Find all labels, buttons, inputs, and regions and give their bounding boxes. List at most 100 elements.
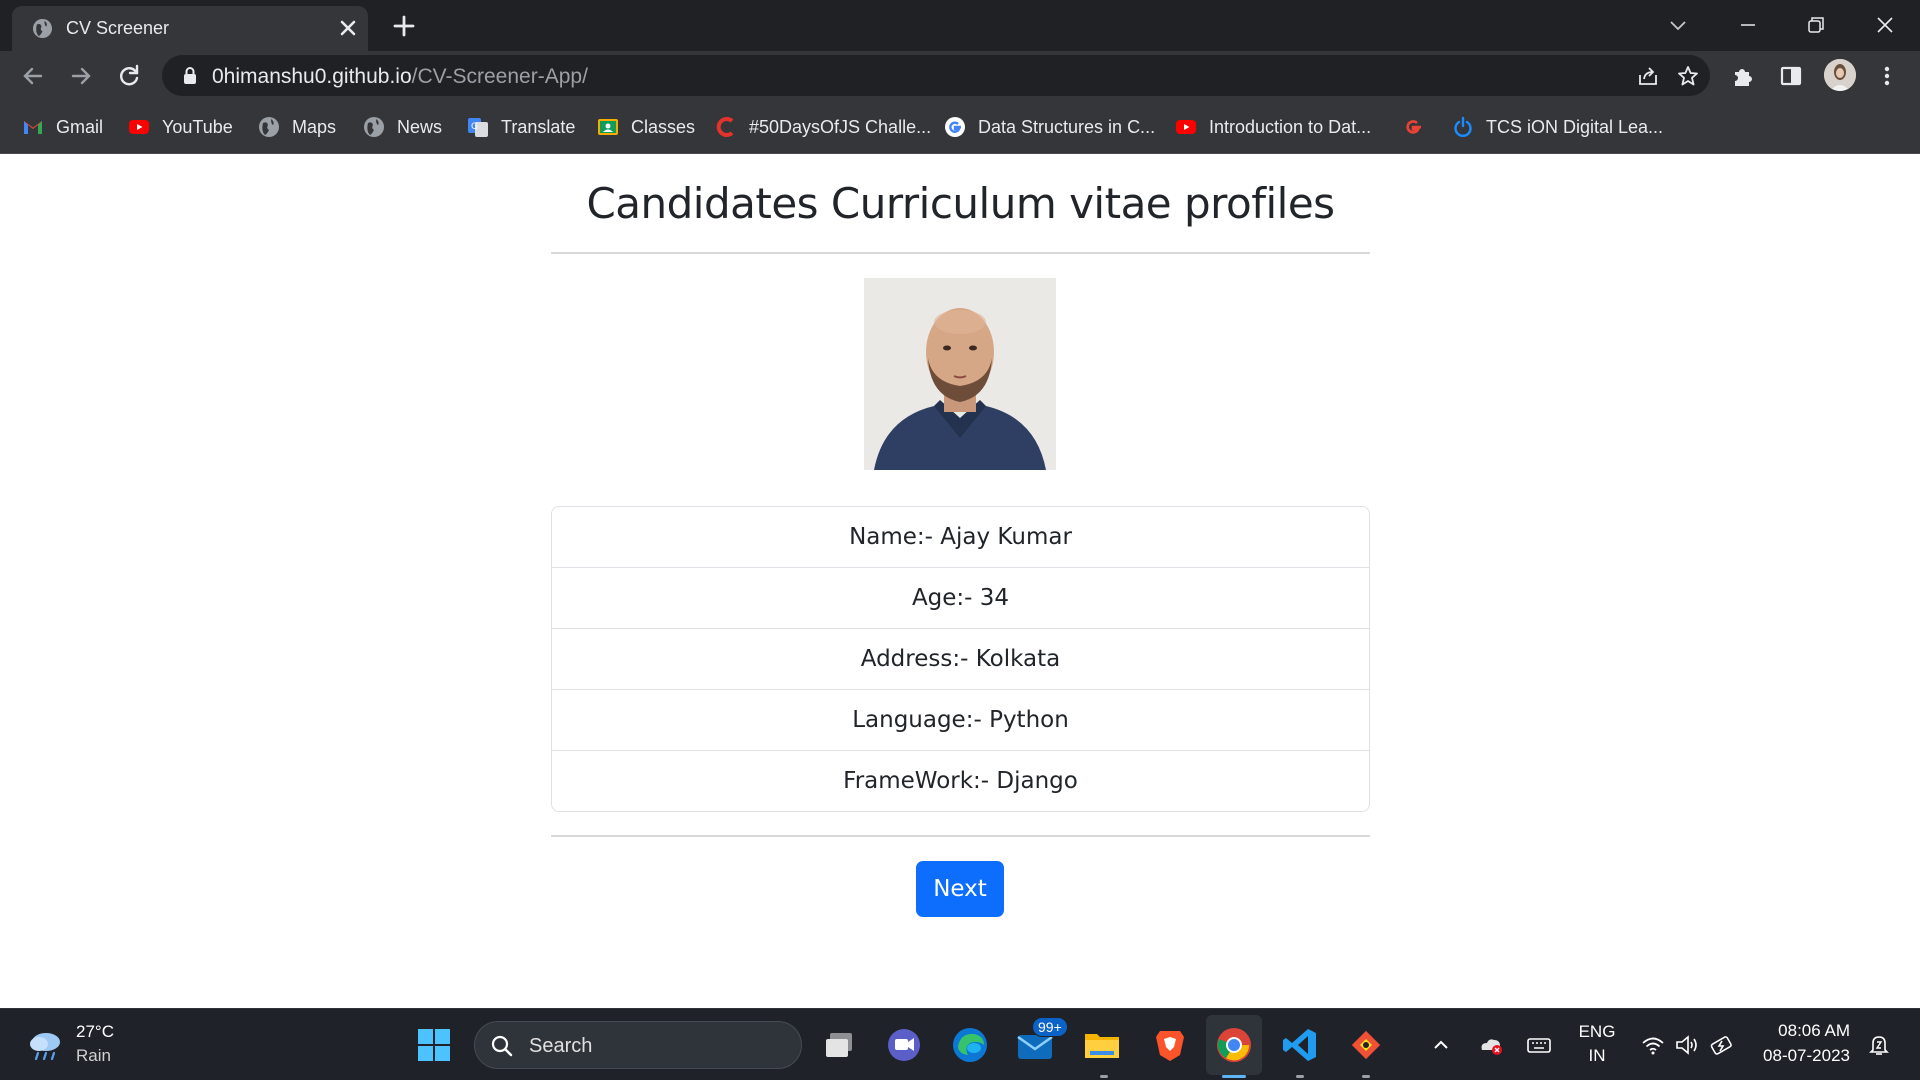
menu-kebab-icon[interactable] bbox=[1874, 63, 1900, 89]
youtube-icon bbox=[129, 120, 149, 134]
bookmark-classes[interactable]: Classes bbox=[597, 114, 695, 140]
bookmark-data-structures[interactable]: Data Structures in C... bbox=[944, 114, 1155, 140]
brave-browser-icon[interactable] bbox=[1150, 1025, 1190, 1065]
chevron-up-icon[interactable] bbox=[1428, 1033, 1454, 1057]
bookmark-label: #50DaysOfJS Challe... bbox=[749, 116, 932, 137]
minimize-icon[interactable] bbox=[1733, 10, 1763, 40]
url-text[interactable]: 0himanshu0.github.io/CV-Screener-App/ bbox=[212, 65, 588, 89]
candidate-age: Age:- 34 bbox=[552, 568, 1369, 629]
bookmark-label: News bbox=[397, 116, 443, 137]
classes-icon bbox=[598, 119, 618, 135]
restore-icon[interactable] bbox=[1801, 10, 1831, 40]
explorer-running-indicator bbox=[1100, 1075, 1108, 1078]
lock-icon[interactable] bbox=[182, 66, 198, 85]
google-icon bbox=[1406, 120, 1421, 134]
onedrive-error-icon[interactable] bbox=[1478, 1033, 1504, 1057]
reload-icon[interactable] bbox=[116, 63, 142, 89]
candidate-portrait bbox=[864, 278, 1056, 470]
forward-arrow-icon[interactable] bbox=[68, 63, 94, 89]
windows-start-icon[interactable] bbox=[414, 1025, 454, 1065]
search-icon bbox=[491, 1035, 513, 1057]
bookmark-maps[interactable]: Maps bbox=[258, 114, 336, 140]
google-icon bbox=[945, 117, 965, 137]
vscode-icon[interactable] bbox=[1280, 1025, 1320, 1065]
bookmark-50daysofjs[interactable]: #50DaysOfJS Challe... bbox=[715, 114, 931, 140]
candidate-details-list: Name:- Ajay Kumar Age:- 34 Address:- Kol… bbox=[551, 506, 1370, 812]
bookmarks-bar: Gmail YouTube Maps News G Translate Clas… bbox=[0, 100, 1920, 154]
url-path: /CV-Screener-App/ bbox=[411, 65, 588, 88]
candidate-name: Name:- Ajay Kumar bbox=[552, 507, 1369, 568]
weather-temperature: 27°C bbox=[76, 1022, 114, 1041]
browser-tab[interactable]: CV Screener bbox=[12, 6, 368, 51]
wifi-icon[interactable] bbox=[1640, 1033, 1666, 1057]
candidate-framework: FrameWork:- Django bbox=[843, 768, 1078, 794]
close-window-icon[interactable] bbox=[1870, 10, 1900, 40]
bookmark-youtube[interactable]: YouTube bbox=[128, 114, 233, 140]
bookmark-label: Introduction to Dat... bbox=[1209, 116, 1372, 137]
bookmark-news[interactable]: News bbox=[363, 114, 442, 140]
taskbar-search[interactable]: Search bbox=[474, 1021, 802, 1069]
svg-text:G: G bbox=[471, 122, 478, 132]
language-region[interactable]: IN bbox=[1572, 1046, 1622, 1066]
address-bar[interactable]: 0himanshu0.github.io/CV-Screener-App/ bbox=[162, 55, 1710, 96]
candidate-photo bbox=[864, 278, 1056, 470]
extensions-puzzle-icon[interactable] bbox=[1730, 63, 1756, 89]
close-icon[interactable] bbox=[336, 16, 360, 40]
page-content: Candidates Curriculum vitae profiles Nam… bbox=[0, 155, 1920, 1008]
teams-chat-icon[interactable] bbox=[884, 1025, 924, 1065]
volume-icon[interactable] bbox=[1674, 1033, 1700, 1057]
next-button[interactable]: Next bbox=[916, 861, 1004, 917]
git-running-indicator bbox=[1362, 1075, 1370, 1078]
bookmark-label: Classes bbox=[631, 116, 696, 137]
tab-title: CV Screener bbox=[66, 18, 170, 38]
bookmark-google[interactable] bbox=[1402, 114, 1424, 140]
bookmark-gmail[interactable]: Gmail bbox=[22, 114, 103, 140]
side-panel-icon[interactable] bbox=[1778, 63, 1804, 89]
mail-app[interactable]: 99+ bbox=[1016, 1017, 1068, 1065]
bookmark-star-icon[interactable] bbox=[1676, 64, 1700, 88]
page-title: Candidates Curriculum vitae profiles bbox=[586, 179, 1335, 228]
browser-toolbar: 0himanshu0.github.io/CV-Screener-App/ bbox=[0, 51, 1920, 100]
divider-top bbox=[551, 252, 1370, 254]
profile-picture bbox=[1824, 59, 1856, 91]
clock-date[interactable]: 08-07-2023 bbox=[1750, 1046, 1850, 1066]
file-explorer-icon[interactable] bbox=[1082, 1025, 1122, 1065]
divider-bottom bbox=[551, 835, 1370, 837]
bookmark-label: Gmail bbox=[56, 116, 104, 137]
share-icon[interactable] bbox=[1636, 64, 1660, 88]
bookmark-label: YouTube bbox=[162, 116, 233, 137]
bookmark-label: Maps bbox=[292, 116, 337, 137]
profile-avatar[interactable] bbox=[1824, 59, 1856, 91]
search-label: Search bbox=[529, 1035, 593, 1057]
translate-icon: G bbox=[468, 118, 488, 137]
bookmark-introduction[interactable]: Introduction to Dat... bbox=[1175, 114, 1371, 140]
bookmark-tcs-ion[interactable]: TCS iON Digital Lea... bbox=[1452, 114, 1663, 140]
chrome-active-indicator bbox=[1222, 1075, 1246, 1078]
notification-bell-icon[interactable] bbox=[1866, 1033, 1892, 1057]
globe-icon bbox=[32, 18, 53, 39]
keyboard-icon[interactable] bbox=[1526, 1033, 1552, 1057]
globe-icon bbox=[364, 117, 384, 137]
bookmark-translate[interactable]: G Translate bbox=[467, 114, 575, 140]
tab-search-icon[interactable] bbox=[1663, 10, 1693, 40]
power-icon bbox=[1454, 116, 1472, 137]
vscode-running-indicator bbox=[1296, 1075, 1304, 1078]
weather-condition: Rain bbox=[76, 1046, 111, 1065]
chrome-browser-icon[interactable] bbox=[1214, 1025, 1254, 1065]
browser-tab-strip: CV Screener bbox=[0, 0, 1920, 51]
new-tab-icon[interactable] bbox=[390, 12, 418, 40]
task-view-icon[interactable] bbox=[820, 1025, 860, 1065]
language-code[interactable]: ENG bbox=[1572, 1022, 1622, 1042]
url-domain: 0himanshu0.github.io bbox=[212, 65, 412, 88]
back-arrow-icon[interactable] bbox=[20, 63, 46, 89]
youtube-icon bbox=[1176, 120, 1196, 134]
clock-time[interactable]: 08:06 AM bbox=[1750, 1021, 1850, 1041]
windows-taskbar: 27°C Rain Search 99+ ENG IN 08:06 AM 08-… bbox=[0, 1008, 1920, 1080]
weather-rain-icon[interactable] bbox=[26, 1028, 66, 1062]
battery-charging-icon[interactable] bbox=[1710, 1033, 1736, 1057]
bookmark-label: TCS iON Digital Lea... bbox=[1486, 116, 1664, 137]
candidate-language: Language:- Python bbox=[552, 690, 1369, 751]
edge-browser-icon[interactable] bbox=[950, 1025, 990, 1065]
globe-icon bbox=[259, 117, 279, 137]
git-gui-icon[interactable] bbox=[1346, 1025, 1386, 1065]
